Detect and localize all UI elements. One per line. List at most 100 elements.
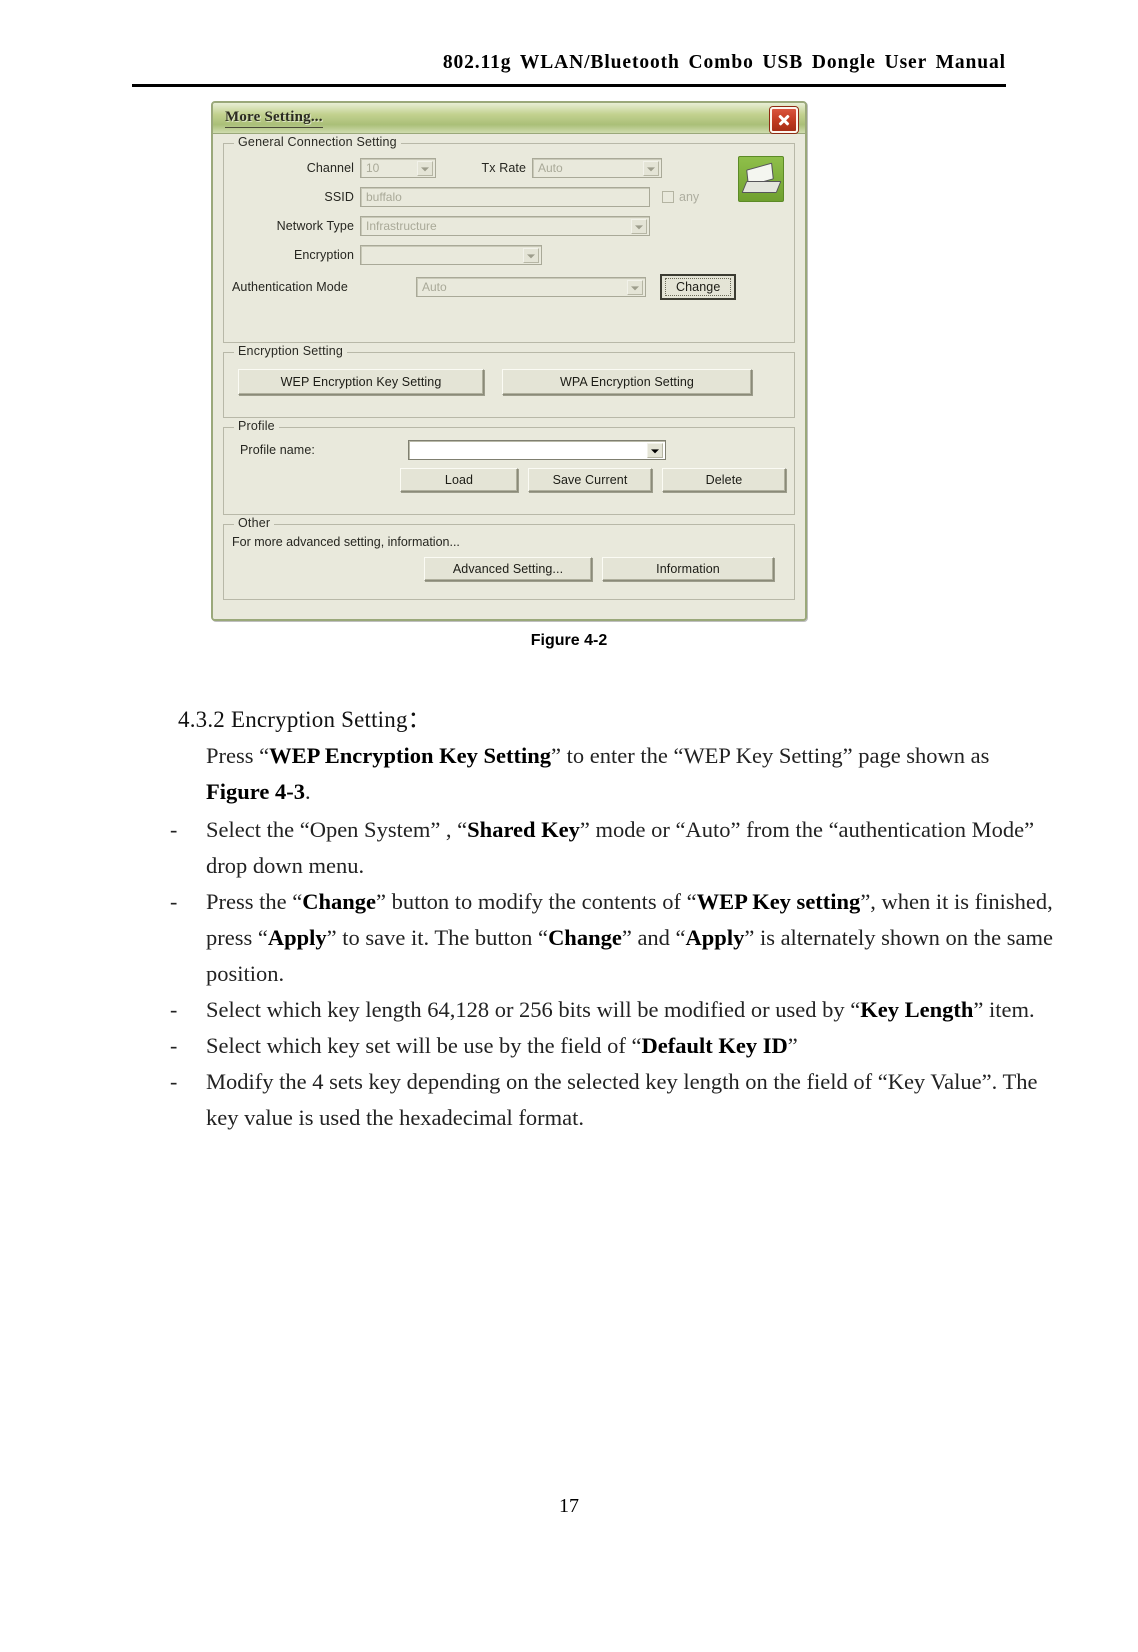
bullet-3-p1: Select which key set will be use by the … xyxy=(206,1033,642,1058)
advanced-setting-button-label: Advanced Setting... xyxy=(452,562,564,576)
list-item: - Select which key length 64,128 or 256 b… xyxy=(168,992,1072,1028)
tx-rate-label: Tx Rate xyxy=(481,161,526,175)
lead-part-3: . xyxy=(304,779,311,804)
any-label: any xyxy=(679,190,700,204)
information-button[interactable]: Information xyxy=(602,557,774,581)
lead-part-2: ” to enter the “WEP Key Setting” page sh… xyxy=(551,743,990,768)
load-button-label: Load xyxy=(444,473,474,487)
close-icon[interactable] xyxy=(770,107,798,133)
chevron-down-icon xyxy=(631,219,647,234)
group-other: Other For more advanced setting, informa… xyxy=(223,516,795,600)
group-legend-encryption: Encryption Setting xyxy=(234,344,348,358)
lead-paragraph: Press “WEP Encryption Key Setting” to en… xyxy=(206,738,1046,810)
section-heading: 4.3.2 Encryption Setting： xyxy=(178,707,431,732)
body-content: 4.3.2 Encryption Setting： Press “WEP Enc… xyxy=(168,700,1053,1136)
lead-part-1: Press “ xyxy=(206,743,270,768)
group-legend-profile: Profile xyxy=(234,419,279,433)
change-button[interactable]: Change xyxy=(660,274,737,300)
bullet-1-b1: Change xyxy=(302,889,376,914)
encryption-select[interactable] xyxy=(360,245,542,265)
bullet-dash: - xyxy=(170,817,178,842)
bullet-0-b1: Shared Key xyxy=(467,817,580,842)
checkbox-box xyxy=(662,191,674,203)
row-other-buttons: Advanced Setting... Information xyxy=(232,557,786,581)
tx-rate-select[interactable]: Auto xyxy=(532,158,662,178)
row-profile-buttons: Load Save Current Delete xyxy=(232,468,786,492)
bullet-1-b5: Apply xyxy=(685,925,745,950)
more-setting-dialog: More Setting... General Connection Setti… xyxy=(211,101,807,621)
network-type-label: Network Type xyxy=(276,219,354,233)
chevron-down-icon xyxy=(523,248,539,263)
wep-button-label: WEP Encryption Key Setting xyxy=(280,375,442,389)
bullet-3-b1: Default Key ID xyxy=(641,1033,788,1058)
document-title: 802.11g WLAN/Bluetooth Combo USB Dongle … xyxy=(442,52,1006,73)
bullet-0-p1: Select the “Open System” , “ xyxy=(206,817,468,842)
figure-caption: Figure 4-2 xyxy=(530,632,608,649)
save-current-button[interactable]: Save Current xyxy=(528,468,652,492)
bullet-3-p2: ” xyxy=(787,1033,798,1058)
bullet-4-p1: Modify the 4 sets key depending on the s… xyxy=(206,1069,1038,1130)
row-ssid: SSID buffalo any xyxy=(232,187,786,207)
bullet-1-b4: Change xyxy=(548,925,622,950)
dialog-body: General Connection Setting Channel 10 Tx xyxy=(213,134,805,619)
bullet-dash: - xyxy=(170,1069,178,1094)
bullet-1-p2: ” button to modify the contents of “ xyxy=(376,889,697,914)
wpa-encryption-setting-button[interactable]: WPA Encryption Setting xyxy=(502,369,752,395)
lead-bold-2: Figure 4-3 xyxy=(206,779,305,804)
page-number: 17 xyxy=(559,1495,579,1517)
load-button[interactable]: Load xyxy=(400,468,518,492)
page-header: 802.11g WLAN/Bluetooth Combo USB Dongle … xyxy=(132,52,1006,74)
wpa-button-label: WPA Encryption Setting xyxy=(560,375,694,389)
encryption-label: Encryption xyxy=(293,248,354,262)
bullet-dash: - xyxy=(170,997,178,1022)
bullet-2-b1: Key Length xyxy=(860,997,974,1022)
figure-more-setting-dialog: More Setting... General Connection Setti… xyxy=(211,101,807,621)
group-general-connection-setting: General Connection Setting Channel 10 Tx xyxy=(223,135,795,343)
list-item: - Press the “Change” button to modify the… xyxy=(168,884,1072,992)
row-channel-txrate: Channel 10 Tx Rate Auto xyxy=(232,158,786,178)
group-legend-other: Other xyxy=(234,516,275,530)
channel-value: 10 xyxy=(366,161,380,175)
network-type-value: Infrastructure xyxy=(366,219,437,233)
instruction-list: - Select the “Open System” , “Shared Key ”… xyxy=(168,812,1053,1136)
tx-rate-value: Auto xyxy=(538,161,563,175)
list-item: - Select which key set will be use by the… xyxy=(168,1028,1072,1064)
authentication-mode-value: Auto xyxy=(422,280,447,294)
group-encryption-setting: Encryption Setting WEP Encryption Key Se… xyxy=(223,344,795,418)
delete-button[interactable]: Delete xyxy=(662,468,786,492)
bullet-1-p1: Press the “ xyxy=(206,889,303,914)
delete-button-label: Delete xyxy=(705,473,743,487)
authentication-mode-select[interactable]: Auto xyxy=(416,277,646,297)
lead-bold-1: WEP Encryption Key Setting xyxy=(269,743,552,768)
bullet-1-b3: Apply xyxy=(267,925,327,950)
wep-encryption-key-setting-button[interactable]: WEP Encryption Key Setting xyxy=(238,369,484,395)
change-button-label: Change xyxy=(665,278,732,296)
ssid-label: SSID xyxy=(324,190,354,204)
network-type-select[interactable]: Infrastructure xyxy=(360,216,650,236)
other-description: For more advanced setting, information..… xyxy=(232,535,460,549)
information-button-label: Information xyxy=(656,562,720,576)
list-item: - Modify the 4 sets key depending on the … xyxy=(168,1064,1072,1136)
row-encryption: Encryption xyxy=(232,245,786,265)
chevron-down-icon xyxy=(627,280,643,295)
ssid-input[interactable]: buffalo xyxy=(360,187,650,207)
chevron-down-icon xyxy=(643,161,659,176)
ssid-value: buffalo xyxy=(366,190,402,204)
dialog-title: More Setting... xyxy=(225,107,323,128)
channel-select[interactable]: 10 xyxy=(360,158,436,178)
bullet-1-p4: ” to save it. The button “ xyxy=(326,925,549,950)
profile-name-select[interactable] xyxy=(408,440,666,460)
row-authentication-mode: Authentication Mode Auto Change xyxy=(232,274,786,300)
profile-name-label: Profile name: xyxy=(240,443,315,457)
any-checkbox[interactable]: any xyxy=(662,190,699,204)
bullet-1-b2: WEP Key setting xyxy=(696,889,861,914)
bullet-dash: - xyxy=(170,889,178,914)
row-network-type: Network Type Infrastructure xyxy=(232,216,786,236)
bullet-2-p1: Select which key length 64,128 or 256 bi… xyxy=(206,997,861,1022)
advanced-setting-button[interactable]: Advanced Setting... xyxy=(424,557,592,581)
group-profile: Profile Profile name: Load Save Current … xyxy=(223,419,795,515)
chevron-down-icon xyxy=(417,161,433,176)
dialog-titlebar: More Setting... xyxy=(213,103,805,134)
bullet-2-p2: ” item. xyxy=(973,997,1035,1022)
channel-label: Channel xyxy=(306,161,354,175)
